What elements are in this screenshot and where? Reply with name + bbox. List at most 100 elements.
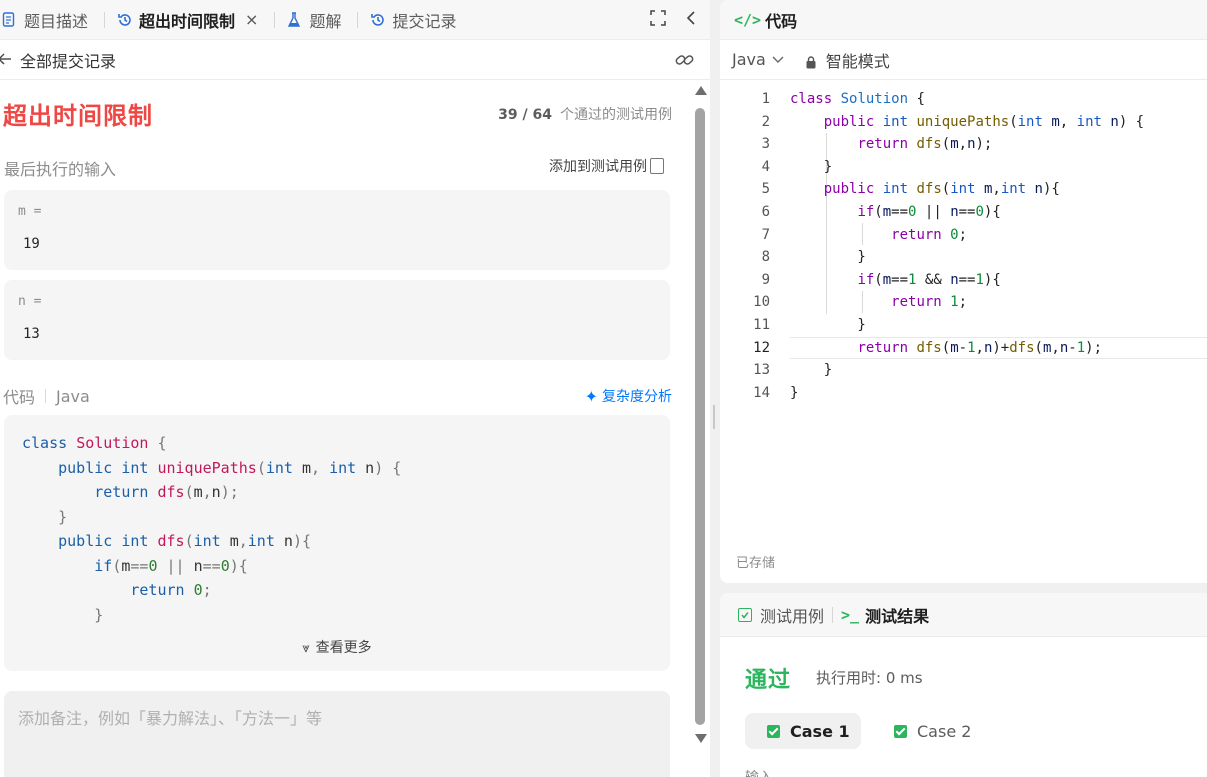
tab-description-label: 题目描述: [24, 11, 89, 31]
left-tab-bar: 题目描述 超出时间限制 × 题解 提交记录: [0, 0, 710, 40]
editor-toolbar: Java 智能模式: [720, 40, 1207, 80]
note-input[interactable]: 添加备注，例如「暴力解法」、「方法一」等: [4, 691, 670, 777]
tab-solutions-label: 题解: [309, 11, 342, 31]
fullscreen-icon[interactable]: [650, 9, 666, 31]
saved-status: 已存储: [736, 556, 776, 571]
line-number: 7: [761, 226, 770, 243]
console-panel: 测试用例 >_ 测试结果 通过 执行用时: 0 ms Case 1 Case 2…: [720, 593, 1207, 777]
terminal-icon: >_: [841, 605, 860, 624]
code-language: Java: [56, 386, 90, 406]
editor-header: </> 代码: [720, 0, 1207, 40]
status-title: 超出时间限制: [3, 102, 153, 130]
divider: [45, 389, 47, 403]
case-2-tab[interactable]: Case 2: [894, 713, 971, 749]
line-number: 3: [761, 136, 770, 153]
show-more-button[interactable]: ⩔ 查看更多: [4, 637, 670, 657]
editor-code-lines[interactable]: class Solution { public int uniquePaths(…: [790, 88, 1144, 404]
passed-count: 39 / 64: [498, 107, 552, 123]
scroll-down-icon[interactable]: [695, 734, 707, 743]
tab-submissions-label: 提交记录: [392, 11, 457, 31]
code-label: 代码: [3, 388, 36, 407]
left-scrollbar[interactable]: [694, 86, 707, 777]
panel-resize-handle[interactable]: [713, 405, 717, 429]
panel-tools: [650, 0, 696, 40]
history-icon: [117, 12, 133, 28]
history-icon: [370, 12, 386, 28]
last-input-label: 最后执行的输入: [4, 160, 117, 179]
lock-icon: [806, 54, 816, 68]
show-more-label: 查看更多: [315, 640, 372, 656]
code-section-label: 代码 Java: [3, 384, 90, 408]
complexity-label: 复杂度分析: [602, 389, 672, 405]
passed-suffix: 个通过的测试用例: [560, 107, 672, 123]
submitted-code: class Solution { public int uniquePaths(…: [22, 434, 402, 624]
line-number: 2: [761, 113, 770, 130]
line-number: 9: [761, 271, 770, 288]
collapse-icon[interactable]: [686, 10, 696, 31]
line-number-current: 12: [753, 339, 770, 356]
submitted-code-block: class Solution { public int uniquePaths(…: [4, 415, 670, 671]
code-icon: </>: [734, 10, 762, 29]
tab-divider: [832, 606, 834, 623]
tab-divider: [104, 11, 106, 28]
tab-time-limit-exceeded[interactable]: 超出时间限制 ×: [115, 0, 264, 40]
tab-divider: [357, 11, 359, 28]
input-key: n =: [18, 294, 42, 309]
scrollbar-thumb[interactable]: [695, 108, 705, 725]
tab-description[interactable]: 题目描述: [0, 0, 94, 40]
runtime-label: 执行用时: 0 ms: [816, 669, 923, 687]
checkbox-icon: [738, 607, 752, 622]
editor-title: 代码: [765, 11, 798, 31]
add-to-testcase-label: 添加到测试用例: [549, 159, 647, 175]
line-number-gutter: 1 2 3 4 5 6 7 8 9 10 11 12 13 14: [720, 88, 770, 404]
code-editor-panel: </> 代码 Java 智能模式 1 2 3 4 5 6 7 8 9 10 11…: [720, 0, 1207, 583]
tab-testcase[interactable]: 测试用例: [760, 603, 824, 627]
line-number: 1: [761, 91, 770, 107]
chevron-down-icon[interactable]: [772, 53, 784, 67]
submission-header: 全部提交记录: [0, 40, 710, 80]
input-label: 输入: [745, 767, 773, 777]
editor-code[interactable]: class Solution { public int uniquePaths(…: [790, 88, 1144, 404]
smart-mode-label[interactable]: 智能模式: [826, 48, 890, 72]
case-1-tab[interactable]: Case 1: [745, 713, 861, 749]
tab-solutions[interactable]: 题解: [285, 0, 347, 40]
line-number: 8: [761, 249, 770, 266]
input-box-n: n = 13: [4, 280, 670, 360]
result-status: 通过: [745, 668, 792, 693]
passed-testcases: 39 / 64 个通过的测试用例: [498, 104, 672, 124]
line-number: 4: [761, 158, 770, 175]
line-number: 5: [761, 181, 770, 198]
scroll-up-icon[interactable]: [695, 86, 707, 95]
line-number: 14: [753, 384, 770, 401]
input-value: 19: [23, 236, 40, 252]
tab-divider: [274, 11, 276, 28]
add-testcase-icon: [650, 158, 664, 174]
case-label: Case 1: [790, 721, 850, 741]
input-box-m: m = 19: [4, 190, 670, 270]
note-placeholder: 添加备注，例如「暴力解法」、「方法一」等: [18, 709, 323, 728]
sparkle-icon: ✦: [584, 386, 598, 406]
check-icon: [894, 724, 907, 738]
share-link-icon[interactable]: [674, 50, 696, 70]
input-value: 13: [23, 326, 40, 342]
complexity-analysis-button[interactable]: ✦ 复杂度分析: [585, 386, 672, 406]
tab-test-result[interactable]: 测试结果: [865, 603, 929, 627]
line-number: 11: [753, 316, 770, 333]
back-arrow-icon[interactable]: [0, 50, 16, 69]
line-number: 13: [753, 362, 770, 379]
submission-panel: 题目描述 超出时间限制 × 题解 提交记录 全部提交记录 超出时间限制 39 /…: [0, 0, 710, 777]
close-icon[interactable]: ×: [245, 10, 258, 29]
double-chevron-down-icon: ⩔: [302, 641, 310, 656]
check-icon: [767, 724, 780, 738]
all-submissions-link[interactable]: 全部提交记录: [20, 48, 116, 72]
tab-tle-label: 超出时间限制: [139, 11, 236, 31]
language-select[interactable]: Java: [732, 50, 766, 69]
console-tab-bar: 测试用例 >_ 测试结果: [720, 593, 1207, 637]
code-editor[interactable]: 1 2 3 4 5 6 7 8 9 10 11 12 13 14 class S…: [720, 88, 1207, 418]
tab-submissions[interactable]: 提交记录: [368, 0, 462, 40]
input-key: m =: [18, 204, 42, 219]
case-label: Case 2: [917, 721, 972, 741]
flask-icon: [287, 11, 303, 28]
add-to-testcase-button[interactable]: 添加到测试用例: [549, 156, 664, 176]
line-number: 10: [753, 294, 770, 311]
